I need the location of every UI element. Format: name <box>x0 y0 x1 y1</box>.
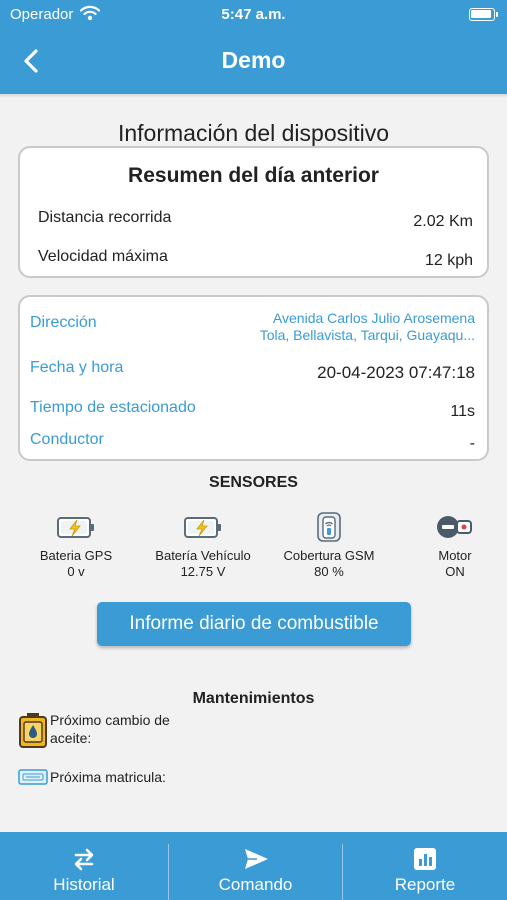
license-plate-icon <box>18 768 48 789</box>
address-value: Avenida Carlos Julio Arosemena Tola, Bel… <box>215 310 475 344</box>
status-time: 5:47 a.m. <box>221 6 286 23</box>
driver-value: - <box>469 435 475 452</box>
address-label: Dirección <box>30 314 97 331</box>
sensor-motor: Motor ON <box>395 512 507 580</box>
engine-key-icon <box>435 512 475 542</box>
oil-can-icon <box>18 711 48 752</box>
bar-chart-icon <box>412 846 438 872</box>
sensors-title: SENSORES <box>209 474 298 491</box>
summary-card: Resumen del día anterior Distancia recor… <box>18 146 489 278</box>
max-speed-label: Velocidad máxima <box>38 248 168 265</box>
nav-bar: Demo <box>0 30 507 94</box>
datetime-value: 20-04-2023 07:47:18 <box>317 363 475 382</box>
sensor-gps-battery: Bateria GPS 0 v <box>16 512 136 580</box>
parked-time-value: 11s <box>450 403 475 420</box>
distance-value: 2.02 Km <box>413 213 473 230</box>
sensor-vehicle-battery-label: Batería Vehículo <box>155 548 251 563</box>
sensor-vehicle-battery: Batería Vehículo 12.75 V <box>143 512 263 580</box>
sensor-vehicle-battery-value: 12.75 V <box>180 564 226 579</box>
sensor-gsm: Cobertura GSM 80 % <box>269 512 389 580</box>
plate-renewal-row: Próxima matricula: <box>18 768 218 788</box>
nav-title: Demo <box>221 47 286 73</box>
max-speed-value: 12 kph <box>424 252 473 269</box>
sensor-gps-battery-label: Bateria GPS <box>39 548 113 563</box>
gsm-signal-icon <box>309 512 349 542</box>
oil-change-row: Próximo cambio de aceite: <box>18 711 218 751</box>
summary-title: Resumen del día anterior <box>128 164 379 187</box>
tab-bar: Historial Comando Reporte <box>0 832 507 900</box>
driver-label: Conductor <box>30 431 104 448</box>
distance-label: Distancia recorrida <box>38 209 172 226</box>
address-line-2: Tola, Bellavista, Tarqui, Guayaqu... <box>259 327 475 343</box>
sensor-motor-value: ON <box>445 564 465 579</box>
sensor-gsm-label: Cobertura GSM <box>283 548 375 563</box>
maintenance-title: Mantenimientos <box>192 690 315 707</box>
address-line-1: Avenida Carlos Julio Arosemena <box>272 310 475 326</box>
plate-renewal-label: Próxima matricula: <box>50 769 166 785</box>
datetime-label: Fecha y hora <box>30 359 124 376</box>
section-title: Información del dispositivo <box>117 120 390 146</box>
fuel-report-button[interactable]: Informe diario de combustible <box>97 602 411 646</box>
send-icon <box>243 846 269 872</box>
sensor-gps-battery-value: 0 v <box>67 564 85 579</box>
parked-time-label: Tiempo de estacionado <box>30 399 196 416</box>
tab-historial[interactable]: Historial <box>0 832 168 900</box>
tab-historial-label: Historial <box>53 875 115 894</box>
oil-change-label: Próximo cambio de aceite: <box>50 712 170 746</box>
tab-reporte-label: Reporte <box>394 875 456 894</box>
battery-status-icon <box>469 8 498 21</box>
tab-comando[interactable]: Comando <box>169 832 342 900</box>
tab-reporte[interactable]: Reporte <box>343 832 507 900</box>
sensor-gsm-value: 80 % <box>314 564 344 579</box>
details-card: Dirección Avenida Carlos Julio Arosemena… <box>18 295 489 461</box>
sensor-motor-label: Motor <box>438 548 472 563</box>
tab-comando-label: Comando <box>218 875 293 894</box>
battery-charging-icon <box>56 512 96 542</box>
swap-arrows-icon <box>71 846 97 872</box>
battery-charging-icon <box>183 512 223 542</box>
status-bar: Operador 5:47 a.m. <box>0 0 507 30</box>
nav-shadow <box>0 94 507 98</box>
